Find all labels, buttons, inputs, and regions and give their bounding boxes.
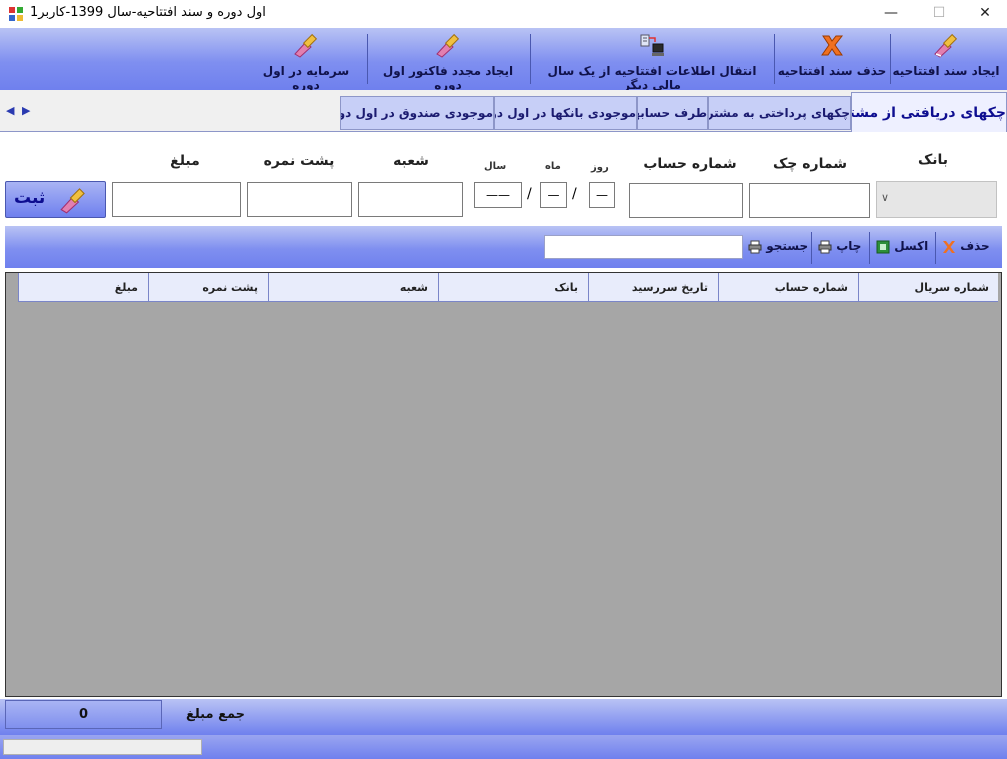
date-slash: / bbox=[527, 186, 532, 202]
toolbar-divider bbox=[367, 34, 368, 84]
total-amount-label: جمع مبلغ bbox=[186, 707, 246, 722]
account-number-input[interactable] bbox=[629, 183, 743, 218]
month-input[interactable]: — bbox=[540, 182, 567, 208]
back-number-input[interactable] bbox=[247, 182, 352, 217]
date-slash: / bbox=[572, 186, 577, 202]
grid-print-button[interactable]: چاپ bbox=[818, 239, 861, 254]
branch-input[interactable] bbox=[358, 182, 463, 217]
grid-toolbar-divider bbox=[811, 232, 812, 264]
grid-excel-label: اکسل bbox=[894, 239, 929, 253]
month-label: ماه bbox=[545, 161, 561, 172]
opening-capital-button[interactable]: سرمایه در اول دوره bbox=[250, 30, 362, 92]
brush-icon bbox=[934, 33, 958, 58]
account-number-label: شماره حساب bbox=[643, 156, 737, 172]
delete-x-icon bbox=[821, 35, 844, 56]
tab-cash-balances[interactable]: موجودی صندوق در اول دوره bbox=[340, 96, 494, 130]
column-header-serial[interactable]: شماره سریال bbox=[858, 273, 999, 302]
status-field bbox=[3, 739, 202, 755]
column-header-amount[interactable]: مبلغ bbox=[18, 273, 148, 302]
grid-search-label: جستجو bbox=[766, 239, 809, 253]
submit-label: ثبت bbox=[14, 188, 46, 208]
transfer-opening-label: انتقال اطلاعات افتتاحیه از یک سال مالی د… bbox=[547, 64, 757, 92]
brush-icon bbox=[294, 33, 318, 58]
tab-received-checks[interactable]: چکهای دریافتی از مشتریان bbox=[851, 92, 1007, 132]
column-header-account[interactable]: شماره حساب bbox=[718, 273, 858, 302]
bank-label: بانک bbox=[917, 152, 949, 168]
toolbar-divider bbox=[890, 34, 891, 84]
column-header-branch[interactable]: شعبه bbox=[268, 273, 438, 302]
year-label: سال bbox=[484, 161, 507, 172]
grid-excel-button[interactable]: اکسل bbox=[876, 239, 928, 254]
delete-opening-label: حذف سند افتتاحیه bbox=[777, 64, 887, 78]
day-input[interactable]: — bbox=[589, 182, 615, 208]
submit-button[interactable]: ثبت bbox=[5, 181, 106, 218]
close-button[interactable]: ✕ bbox=[962, 0, 1007, 28]
transfer-icon bbox=[640, 34, 664, 56]
delete-x-icon bbox=[943, 240, 955, 253]
check-number-input[interactable] bbox=[749, 183, 870, 218]
grid-delete-label: حذف bbox=[960, 239, 990, 253]
brush-icon bbox=[436, 33, 460, 58]
amount-label: مبلغ bbox=[170, 153, 200, 169]
opening-capital-label: سرمایه در اول دوره bbox=[262, 64, 350, 92]
branch-label: شعبه bbox=[393, 153, 429, 169]
column-header-bank[interactable]: بانک bbox=[438, 273, 588, 302]
data-grid[interactable] bbox=[5, 272, 1002, 697]
chevron-down-icon: ∨ bbox=[881, 191, 890, 204]
printer-icon bbox=[748, 240, 762, 253]
toolbar-divider bbox=[530, 34, 531, 84]
tab-accounts[interactable]: طرف حسابها bbox=[637, 96, 708, 130]
tab-bank-balances[interactable]: موجودی بانکها در اول دوره bbox=[494, 96, 637, 130]
grid-print-label: چاپ bbox=[836, 239, 862, 253]
bank-select[interactable]: ∨ bbox=[876, 181, 997, 218]
toolbar-divider bbox=[774, 34, 775, 84]
tab-scroll-arrows[interactable]: ◀ ▶ bbox=[6, 104, 38, 122]
maximize-button[interactable]: ☐ bbox=[916, 0, 962, 28]
grid-toolbar-divider bbox=[869, 232, 870, 264]
brush-icon bbox=[60, 188, 85, 214]
tab-paid-checks[interactable]: چکهای پرداختی به مشتریان bbox=[708, 96, 851, 130]
year-input[interactable]: —— bbox=[474, 182, 522, 208]
excel-icon bbox=[876, 240, 890, 253]
create-opening-label: ایجاد سند افتتاحیه bbox=[892, 64, 1000, 78]
total-amount-value: 0 bbox=[5, 700, 162, 729]
window-title: اول دوره و سند افتتاحیه-سال 1399-کاربر1 bbox=[30, 5, 266, 20]
column-header-due-date[interactable]: تاریخ سررسید bbox=[588, 273, 718, 302]
grid-toolbar-divider bbox=[935, 232, 936, 264]
minimize-button[interactable]: — bbox=[868, 0, 914, 28]
transfer-opening-button[interactable]: انتقال اطلاعات افتتاحیه از یک سال مالی د… bbox=[532, 30, 772, 92]
amount-input[interactable] bbox=[112, 182, 241, 217]
search-input[interactable] bbox=[544, 235, 743, 259]
day-label: روز bbox=[591, 162, 609, 173]
app-icon bbox=[9, 7, 23, 21]
delete-opening-button[interactable]: حذف سند افتتاحیه bbox=[776, 30, 888, 88]
printer-icon bbox=[818, 240, 832, 253]
grid-search-button[interactable]: جستجو bbox=[748, 239, 808, 254]
column-header-back-number[interactable]: پشت نمره bbox=[148, 273, 268, 302]
recreate-invoice-label: ایجاد مجدد فاکتور اول دوره bbox=[382, 64, 514, 92]
back-number-label: پشت نمره bbox=[263, 153, 335, 169]
recreate-invoice-button[interactable]: ایجاد مجدد فاکتور اول دوره bbox=[370, 30, 526, 92]
check-number-label: شماره چک bbox=[772, 156, 848, 172]
create-opening-button[interactable]: ایجاد سند افتتاحیه bbox=[892, 30, 1000, 88]
grid-delete-button[interactable]: حذف bbox=[942, 239, 990, 254]
